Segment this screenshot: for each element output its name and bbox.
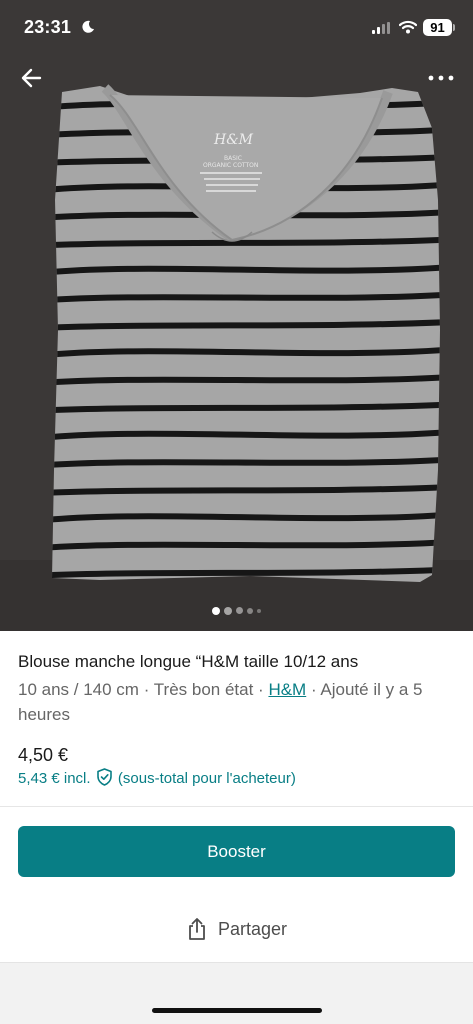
price-incl-value: 5,43 € incl. (18, 770, 91, 787)
share-button[interactable]: Partager (0, 912, 473, 946)
battery-icon: 91 (423, 19, 452, 36)
shirt-stripe (52, 291, 440, 304)
shirt-stripe (52, 429, 440, 441)
bottom-panel (0, 962, 473, 1024)
signal-icon (372, 22, 390, 34)
label-brand-text: H&M (213, 132, 254, 148)
label-line-2: ORGANIC COTTON (203, 162, 258, 169)
meta-separator: · (138, 680, 154, 699)
moon-icon (82, 20, 94, 33)
item-size: 10 ans / 140 cm (18, 680, 139, 699)
shirt-stripe (52, 264, 440, 276)
shirt-stripe (52, 539, 440, 551)
back-arrow-icon[interactable] (18, 64, 46, 92)
item-price: 4,50 € (18, 745, 69, 765)
item-title: Blouse manche longue “H&M taille 10/12 a… (18, 652, 359, 671)
shirt-stripe (52, 346, 440, 359)
more-options-icon[interactable] (425, 68, 457, 88)
divider (0, 806, 473, 807)
home-indicator[interactable] (152, 1008, 322, 1013)
status-bar: 23:31 91 (0, 0, 473, 56)
pagination-dot[interactable] (247, 607, 253, 614)
meta-separator: · (306, 680, 321, 699)
item-photo[interactable]: H&M BASIC ORGANIC COTTON 23:31 91 (0, 0, 473, 631)
label-line-1: BASIC (224, 155, 242, 162)
battery-nub (453, 24, 455, 31)
price-with-protection[interactable]: 5,43 € incl. (sous-total pour l'acheteur… (18, 768, 296, 787)
share-icon (189, 918, 205, 940)
item-condition: Très bon état (153, 680, 254, 699)
protection-note: (sous-total pour l'acheteur) (117, 770, 296, 787)
pagination-dot[interactable] (212, 606, 220, 615)
pagination-dot[interactable] (224, 606, 232, 615)
shirt-image: H&M BASIC ORGANIC COTTON (0, 0, 473, 631)
meta-separator: · (253, 680, 269, 699)
gallery-pagination[interactable] (0, 602, 473, 615)
shirt-stripe (52, 456, 440, 469)
wifi-icon (399, 20, 417, 34)
shirt-stripe (52, 511, 440, 524)
pagination-dot[interactable] (257, 608, 261, 613)
item-brand-link[interactable]: H&M (268, 680, 306, 699)
status-time: 23:31 (24, 17, 72, 37)
shirt-stripe (52, 374, 440, 386)
share-label: Partager (217, 918, 288, 939)
item-meta: 10 ans / 140 cm · Très bon état · H&M · … (18, 677, 458, 727)
booster-button[interactable]: Booster (18, 826, 455, 877)
shield-check-icon (96, 768, 112, 786)
